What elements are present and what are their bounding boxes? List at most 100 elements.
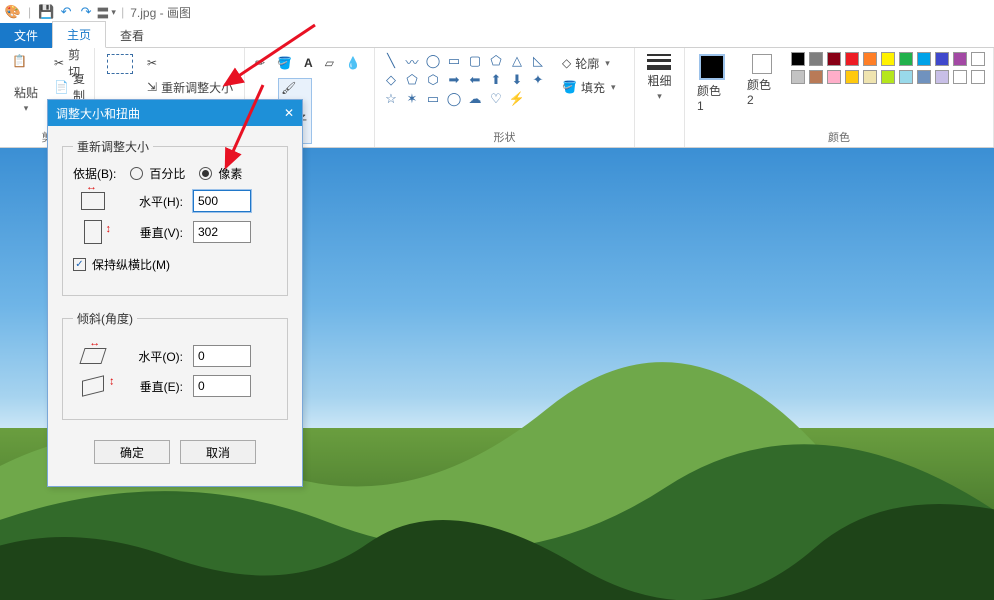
resize-fieldset: 重新调整大小 依据(B): 百分比 像素 水平(H): 垂直(V): ✓ 保持纵…	[62, 138, 288, 296]
shape-larrow-icon[interactable]: ⬅	[465, 71, 485, 89]
vertical-input[interactable]	[193, 221, 251, 243]
palette-swatch[interactable]	[881, 70, 895, 84]
ok-button[interactable]: 确定	[94, 440, 170, 464]
crop-icon: ✂	[147, 56, 157, 70]
shape-line-icon[interactable]: ╲	[381, 52, 401, 70]
shape-hexagon-icon[interactable]: ⬡	[423, 71, 443, 89]
cancel-button[interactable]: 取消	[180, 440, 256, 464]
palette-swatch[interactable]	[899, 52, 913, 66]
shape-triangle-icon[interactable]: △	[507, 52, 527, 70]
shape-rtriangle-icon[interactable]: ◺	[528, 52, 548, 70]
palette-swatch[interactable]	[953, 70, 967, 84]
skew-vertical-icon	[82, 375, 104, 396]
shape-oval-icon[interactable]: ◯	[423, 52, 443, 70]
color-palette[interactable]	[791, 52, 987, 86]
shape-pentagon-icon[interactable]: ⬠	[402, 71, 422, 89]
eraser-tool[interactable]: ▱	[321, 52, 338, 74]
shape-outline-button[interactable]: ◇轮廓	[558, 52, 620, 74]
shape-rarrow-icon[interactable]: ➡	[444, 71, 464, 89]
paste-button[interactable]: 📋 粘贴 ▾	[6, 52, 46, 116]
shape-callout-oval-icon[interactable]: ◯	[444, 90, 464, 108]
palette-swatch[interactable]	[791, 70, 805, 84]
dialog-title-text: 调整大小和扭曲	[56, 105, 140, 122]
shape-rect-icon[interactable]: ▭	[444, 52, 464, 70]
palette-swatch[interactable]	[809, 52, 823, 66]
shape-darrow-icon[interactable]: ⬇	[507, 71, 527, 89]
tab-file[interactable]: 文件	[0, 23, 52, 48]
stroke-width-button[interactable]: 粗细 ▾	[641, 52, 677, 104]
skew-horizontal-input[interactable]	[193, 345, 251, 367]
palette-swatch[interactable]	[935, 52, 949, 66]
color1-swatch-icon	[699, 54, 725, 80]
palette-swatch[interactable]	[845, 52, 859, 66]
palette-swatch[interactable]	[899, 70, 913, 84]
qat-dropdown-icon[interactable]: 〓	[97, 3, 115, 21]
group-colors-label: 颜色	[691, 127, 987, 145]
shape-curve-icon[interactable]: 〰	[402, 52, 422, 70]
palette-swatch[interactable]	[971, 70, 985, 84]
radio-percent[interactable]: 百分比	[130, 165, 185, 182]
shape-callout-cloud-icon[interactable]: ☁	[465, 90, 485, 108]
color1-button[interactable]: 颜色 1	[691, 52, 733, 115]
shape-fill-button[interactable]: 🪣填充	[558, 76, 620, 98]
palette-swatch[interactable]	[971, 52, 985, 66]
skew-vertical-input[interactable]	[193, 375, 251, 397]
palette-swatch[interactable]	[809, 70, 823, 84]
shape-polygon-icon[interactable]: ⬠	[486, 52, 506, 70]
save-icon[interactable]: 💾	[37, 3, 55, 21]
tab-home[interactable]: 主页	[52, 21, 106, 48]
dialog-titlebar[interactable]: 调整大小和扭曲 ✕	[48, 100, 302, 126]
shape-callout-rect-icon[interactable]: ▭	[423, 90, 443, 108]
palette-swatch[interactable]	[917, 70, 931, 84]
palette-swatch[interactable]	[863, 70, 877, 84]
shape-roundrect-icon[interactable]: ▢	[465, 52, 485, 70]
stroke-width-icon	[647, 54, 671, 70]
shape-uarrow-icon[interactable]: ⬆	[486, 71, 506, 89]
shape-heart-icon[interactable]: ♡	[486, 90, 506, 108]
shape-lightning-icon[interactable]: ⚡	[507, 90, 527, 108]
palette-swatch[interactable]	[863, 52, 877, 66]
resize-icon: ⇲	[147, 80, 157, 94]
tab-view[interactable]: 查看	[106, 23, 158, 48]
select-button[interactable]	[101, 52, 139, 76]
palette-swatch[interactable]	[953, 52, 967, 66]
ribbon-tabs: 文件 主页 查看	[0, 24, 994, 48]
copy-button[interactable]: 📄复制	[50, 76, 89, 98]
keep-aspect-checkbox[interactable]: ✓	[73, 258, 86, 271]
pencil-tool[interactable]: ✏	[251, 52, 269, 74]
resize-legend: 重新调整大小	[73, 138, 153, 155]
skew-horizontal-icon	[79, 348, 106, 364]
redo-icon[interactable]: ↷	[77, 3, 95, 21]
stroke-label: 粗细	[647, 72, 671, 89]
fill-icon: 🪣	[562, 80, 577, 94]
dialog-close-button[interactable]: ✕	[276, 100, 302, 126]
crop-button[interactable]: ✂	[143, 52, 237, 74]
palette-swatch[interactable]	[791, 52, 805, 66]
palette-swatch[interactable]	[935, 70, 949, 84]
shape-star6-icon[interactable]: ✶	[402, 90, 422, 108]
bucket-tool[interactable]: 🪣	[273, 52, 296, 74]
color2-button[interactable]: 颜色 2	[741, 52, 783, 109]
group-shapes-label: 形状	[381, 127, 628, 145]
palette-swatch[interactable]	[845, 70, 859, 84]
horizontal-input[interactable]	[193, 190, 251, 212]
shape-star5-icon[interactable]: ☆	[381, 90, 401, 108]
shape-star4-icon[interactable]: ✦	[528, 71, 548, 89]
resize-horizontal-icon	[81, 192, 105, 210]
text-tool[interactable]: A	[300, 52, 317, 74]
group-stroke: 粗细 ▾	[635, 48, 685, 147]
shape-diamond-icon[interactable]: ◇	[381, 71, 401, 89]
color1-label: 颜色 1	[697, 82, 727, 113]
palette-swatch[interactable]	[881, 52, 895, 66]
radio-pixels[interactable]: 像素	[199, 165, 242, 182]
shapes-gallery[interactable]: ╲ 〰 ◯ ▭ ▢ ⬠ △ ◺ ◇ ⬠ ⬡ ➡ ⬅ ⬆ ⬇ ✦ ☆ ✶ ▭ ◯	[381, 52, 548, 108]
picker-tool[interactable]: 💧	[342, 52, 365, 74]
skew-fieldset: 倾斜(角度) 水平(O): 垂直(E):	[62, 310, 288, 420]
resize-button[interactable]: ⇲重新调整大小	[143, 76, 237, 98]
color2-swatch-icon	[752, 54, 772, 74]
undo-icon[interactable]: ↶	[57, 3, 75, 21]
palette-swatch[interactable]	[917, 52, 931, 66]
palette-swatch[interactable]	[827, 70, 841, 84]
skew-legend: 倾斜(角度)	[73, 310, 137, 327]
palette-swatch[interactable]	[827, 52, 841, 66]
